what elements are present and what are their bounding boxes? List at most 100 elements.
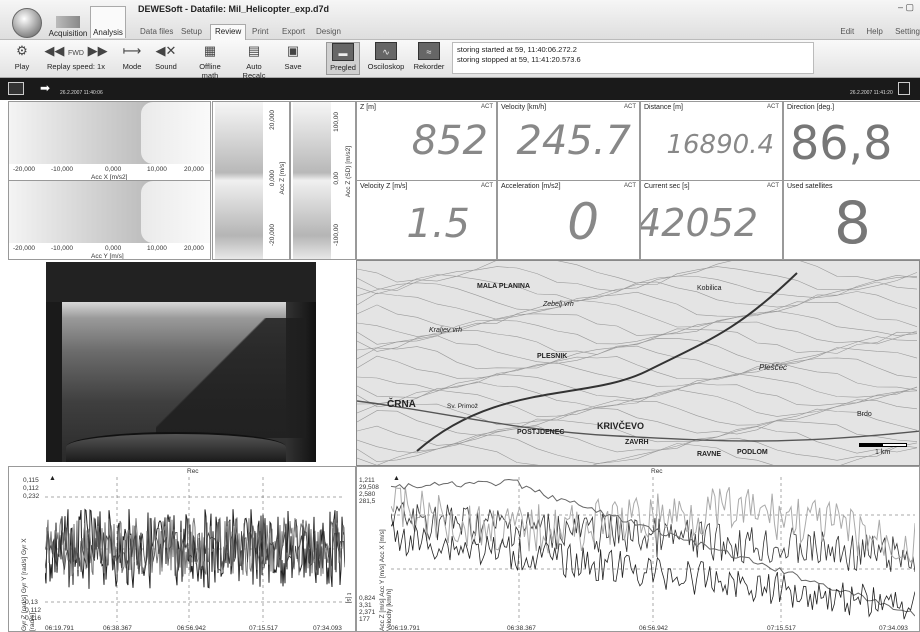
strip-end-time: 26.2.2007 11:41:20 [850, 90, 893, 96]
window-controls[interactable]: – ▢ [898, 2, 914, 13]
meter-used-satellites[interactable]: Used satellites 8 [783, 180, 920, 260]
vertical-plot-acc-z-sd[interactable]: 100,00 0,00 -100,00 Acc Z (SD) [m/s2] [290, 101, 356, 260]
rewind-forward-icon: ◀◀ FWD ▶▶ [44, 43, 108, 58]
recorder-title: Rec [187, 468, 199, 475]
menu-print[interactable]: Print [252, 27, 268, 36]
contour-line [357, 335, 918, 365]
meter-value: 16890.4 [666, 130, 774, 160]
log-line-2: storing stopped at 59, 11:41:20.573.6 [457, 55, 581, 64]
mountain-ridge [156, 318, 306, 438]
strip-start-time: 26.2.2007 11:40:06 [60, 90, 103, 96]
plot-highlight [141, 102, 210, 164]
meter-value: 1.5 [406, 201, 470, 247]
plot-area [215, 102, 263, 259]
map-scale-bar [859, 443, 907, 447]
map-place-brdo: Brdo [857, 411, 872, 418]
sound-button[interactable]: ◀✕ Sound [150, 42, 182, 71]
z-tick-mid: 0,000 [269, 170, 276, 187]
sd-tick-top: 100,00 [333, 112, 340, 132]
map-contours [357, 261, 919, 465]
map-place-krivcevo: KRIVČEVO [597, 421, 645, 431]
menu-review[interactable]: Review [210, 24, 247, 40]
menu-design[interactable]: Design [316, 27, 341, 36]
menu-setup[interactable]: Setup [181, 27, 202, 36]
sidebar-toggle-icon[interactable] [8, 82, 24, 95]
save-button[interactable]: ▣ Save [280, 42, 306, 71]
meter-current-sec[interactable]: Current sec [s] ACT 42052 [640, 180, 783, 260]
recorder-title: Rec [651, 468, 663, 475]
contour-line [357, 274, 918, 302]
vertical-plot-acc-z[interactable]: 20,000 0,000 -20,000 Acc Z [m/s] [212, 101, 290, 260]
map-place-kraljev-vrh: Kraljev vrh [429, 327, 463, 334]
z-axis-label: Acc Z [m/s] [279, 162, 286, 195]
window-title: DEWESoft - Datafile: Mil_Helicopter_exp.… [138, 4, 330, 14]
dewesoft-logo[interactable] [12, 8, 42, 38]
grid-icon[interactable] [898, 82, 910, 95]
meter-value: 0 [567, 193, 599, 251]
contour-line [357, 381, 918, 409]
mode-button[interactable]: ⟼ Mode [118, 42, 146, 71]
meter-value: 86,8 [790, 116, 893, 170]
replay-speed-control[interactable]: ◀◀ FWD ▶▶ Replay speed: 1x [44, 42, 108, 71]
y-bottom-labels: 0,824 3,31 2,371 177 [359, 595, 376, 623]
z-tick-bottom: -20,000 [269, 224, 276, 247]
acc-velocity-traces [391, 477, 915, 622]
meter-z[interactable]: Z [m] ACT 852 [356, 101, 497, 181]
map-place-postjdenec: POSTJDENEC [517, 429, 565, 436]
meter-velocity[interactable]: Velocity [km/h] ACT 245.7 [497, 101, 640, 181]
meter-direction[interactable]: Direction [deg.] 86,8 [783, 101, 920, 181]
overview-strip[interactable]: ➡ 26.2.2007 11:40:06 26.2.2007 11:41:20 [0, 78, 920, 174]
map-place-plesec: Pleščec [759, 363, 788, 372]
xy-plot-acc-x[interactable]: -20,000 -10,000 0,000 10,000 20,000 Acc X [m… [8, 101, 211, 181]
offline-math-button[interactable]: ▦ Offline math [190, 42, 230, 80]
pregled-icon: ▬ [332, 43, 354, 61]
play-button[interactable]: ⚙ Play [6, 42, 38, 71]
rekorder-button[interactable]: ≈ Rekorder [410, 42, 448, 71]
cockpit-dashboard [66, 432, 286, 462]
z-tick-top: 20,000 [269, 110, 276, 130]
arrow-right-icon[interactable]: ➡ [40, 81, 50, 95]
time-axis-label: t [s] [345, 593, 352, 604]
y-top-labels: 1,211 29,508 2,580 281,5 [359, 477, 379, 505]
topographic-map[interactable]: MALA PLANINA Zebelj vrh ČRNA KRIVČEVO ZA… [356, 260, 920, 466]
cockpit-video[interactable] [46, 262, 316, 462]
rekorder-icon: ≈ [418, 42, 440, 60]
tab-analysis[interactable]: Analysis [90, 6, 126, 38]
recorder-gyro[interactable]: Rec ▲ 0,115 0,112 0,232 -0,13 -0,112 -0,116 … [8, 466, 356, 632]
tab-acquisition[interactable]: Acquisition [48, 16, 88, 38]
dewesoft-window: Acquisition Analysis DEWESoft - Datafile… [0, 0, 920, 632]
contour-line [357, 373, 918, 401]
osciloskop-button[interactable]: ∿ Osciloskop [366, 42, 406, 71]
contour-line [357, 266, 918, 292]
map-scale-label: 1 km [875, 449, 891, 456]
y-axis-labels: Gyr Z [rad/s] Gyr Y [rad/s] Gyr X [rad/s… [21, 538, 36, 631]
xy-plot-acc-y[interactable]: -20,000 -10,000 0,000 10,000 20,000 Acc Y [m… [8, 180, 211, 260]
menu-export[interactable]: Export [282, 27, 305, 36]
sd-tick-bottom: -100,00 [333, 224, 340, 247]
map-place-ravne: RAVNE [697, 451, 721, 458]
settings-button[interactable]: Setting [895, 27, 920, 36]
sd-axis-label: Acc Z (SD) [m/s2] [345, 146, 352, 198]
meter-value: 852 [411, 118, 488, 164]
gyro-traces [45, 477, 345, 622]
help-button[interactable]: Help [866, 27, 882, 36]
log-line-1: storing started at 59, 11:40:06.272.2 [457, 45, 577, 54]
edit-button[interactable]: Edit [840, 27, 854, 36]
contour-line [357, 299, 918, 330]
meter-value: 8 [834, 189, 871, 257]
y-top-labels: 0,115 0,112 0,232 [23, 477, 40, 500]
map-place-podlom: PODLOM [737, 449, 768, 456]
meter-velocity-z[interactable]: Velocity Z [m/s] ACT 1.5 [356, 180, 497, 260]
menu-data-files[interactable]: Data files [140, 27, 173, 36]
map-place-kobilica: Kobilica [697, 285, 722, 292]
meter-acceleration[interactable]: Acceleration [m/s2] ACT 0 [497, 180, 640, 260]
title-bar: Acquisition Analysis DEWESoft - Datafile… [0, 0, 920, 40]
plot-highlight [141, 181, 210, 243]
meter-distance[interactable]: Distance [m] ACT 16890.4 [640, 101, 783, 181]
recorder-acc-velocity[interactable]: Rec ▲ 1,211 29,508 2,580 281,5 0,824 3,31 2,3… [356, 466, 920, 632]
map-place-sv-primoz: Sv. Primož [447, 403, 478, 410]
pregled-button[interactable]: ▬ Pregled [326, 42, 360, 75]
plot-area [293, 102, 331, 259]
auto-recalc-button[interactable]: ▤ Auto Recalc [234, 42, 274, 80]
acquisition-icon [56, 16, 80, 28]
